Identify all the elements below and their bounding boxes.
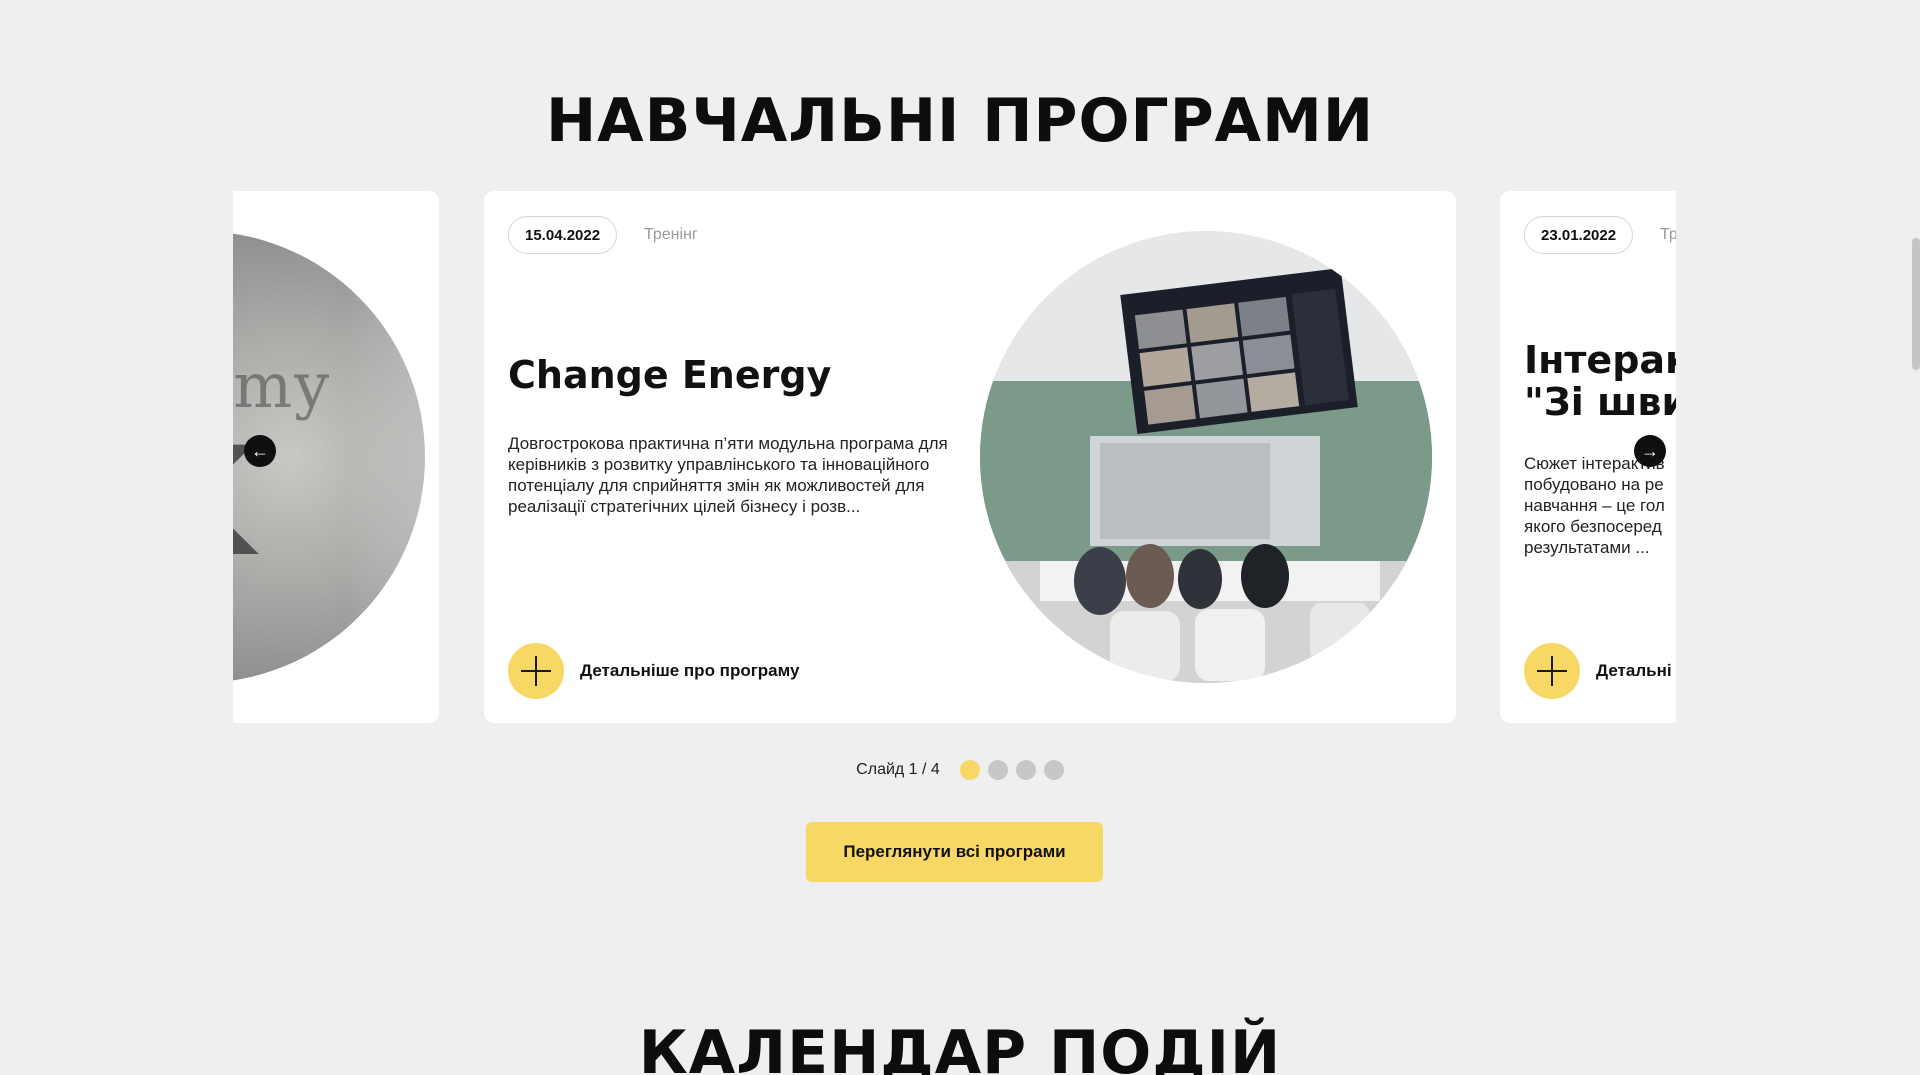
plus-icon[interactable]	[508, 643, 564, 699]
card-title: Інтеракт "Зі швид	[1524, 338, 1676, 424]
card-description: Довгострокова практична п’яти модульна п…	[508, 434, 948, 516]
card-date: 23.01.2022	[1524, 216, 1634, 254]
slide-counter: Слайд 1 / 4	[856, 761, 940, 778]
next-section-title: КАЛЕНДАР ПОДІЙ	[638, 1018, 1282, 1075]
training-room-photo	[980, 231, 1432, 683]
more-label[interactable]: Детальніше про програму	[580, 661, 799, 681]
carousel-card-active: 15.04.2022 Тренінг Change Energy Довгост…	[484, 191, 1456, 723]
card-date: 15.04.2022	[508, 216, 618, 254]
page-scrollbar[interactable]	[1912, 238, 1920, 370]
more-label[interactable]: Детальні	[1596, 661, 1672, 681]
card-image	[980, 231, 1432, 683]
card-type: Тр	[1660, 226, 1676, 243]
pagination-dot-4[interactable]	[1043, 760, 1064, 780]
more-about-program-link[interactable]: Детальніше про програму	[508, 643, 799, 699]
pagination-dot-2[interactable]	[987, 760, 1008, 780]
carousel-next-arrow-icon[interactable]: →	[1634, 435, 1666, 467]
card-title: Change Energy	[508, 353, 832, 397]
pagination-dot-3[interactable]	[1015, 760, 1036, 780]
card-type: Тренінг	[644, 226, 698, 243]
pagination-dot-1[interactable]	[959, 760, 980, 780]
plus-icon[interactable]	[1524, 643, 1580, 699]
carousel-pagination: Слайд 1 / 4	[0, 760, 1920, 780]
carousel-prev-arrow-icon[interactable]: ←	[244, 435, 276, 467]
more-about-program-link[interactable]: Детальні	[1524, 643, 1672, 699]
view-all-programs-button[interactable]: Переглянути всі програми	[806, 822, 1103, 882]
page: НАВЧАЛЬНІ ПРОГРАМИ demy K 15.04.2022 Тре…	[0, 0, 1920, 1075]
card-description: Сюжет інтерактив побудовано на ре навчан…	[1524, 454, 1665, 557]
programs-carousel: demy K 15.04.2022 Тренінг Change Energy …	[233, 191, 1676, 723]
section-title: НАВЧАЛЬНІ ПРОГРАМИ	[545, 86, 1375, 156]
